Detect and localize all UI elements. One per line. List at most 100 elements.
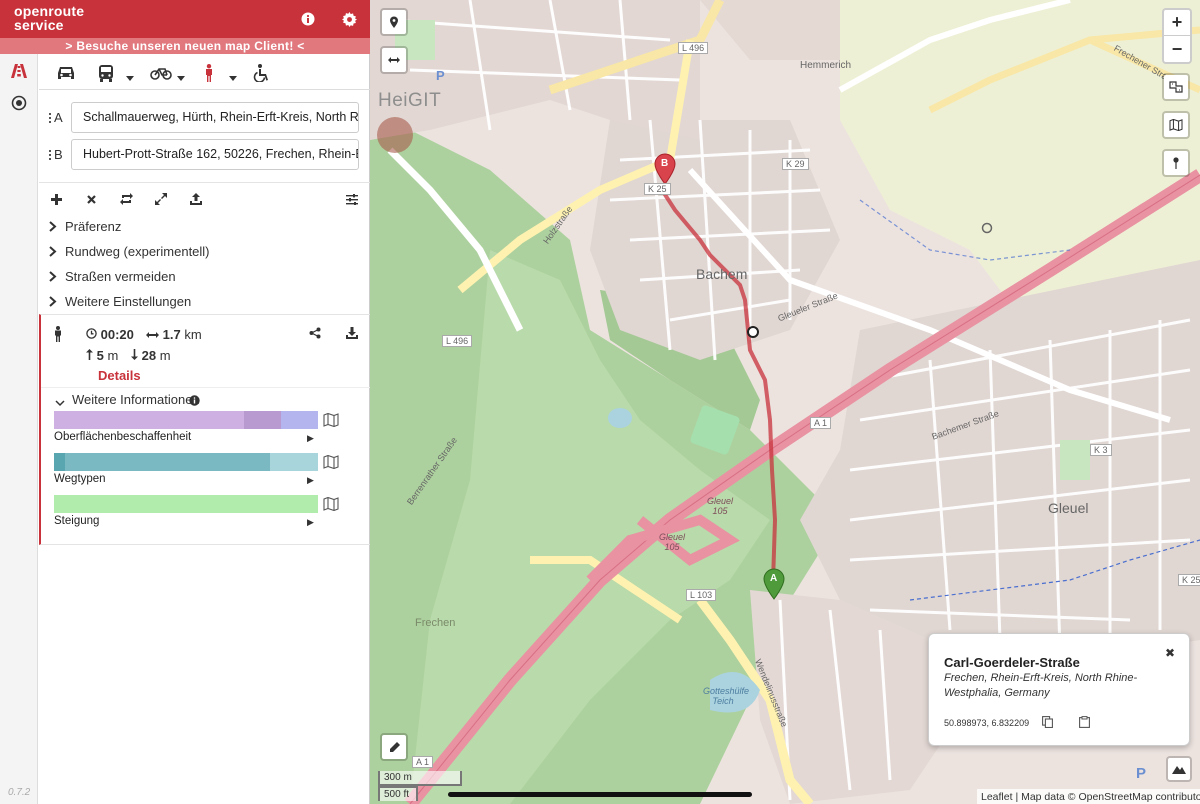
clipboard-icon[interactable]	[1079, 716, 1090, 731]
water-label-gotteshulfe: Gotteshülfe Teich	[703, 686, 750, 706]
map-icon[interactable]	[323, 413, 339, 427]
hgv-chevron-down-icon[interactable]	[126, 76, 134, 81]
hgv-profile-icon[interactable]	[89, 60, 123, 86]
drag-handle-icon[interactable]	[49, 150, 51, 160]
map-icon[interactable]	[323, 455, 339, 469]
horizontal-scrollbar[interactable]	[448, 792, 752, 797]
accordion-avoid-roads[interactable]: Straßen vermeiden	[49, 266, 176, 286]
measure-icon[interactable]	[380, 46, 408, 74]
triangle-right-icon[interactable]: ▶	[307, 433, 314, 444]
chevron-right-icon	[49, 245, 65, 257]
map-attribution[interactable]: Leaflet | Map data © OpenStreetMap contr…	[977, 789, 1200, 804]
heigit-watermark: HeiGIT	[378, 90, 442, 111]
bar-segment[interactable]	[54, 453, 65, 471]
route-mode-icon[interactable]	[8, 60, 30, 82]
waypoint-input-b[interactable]: Hubert-Prott-Straße 162, 50226, Frechen,…	[71, 139, 359, 170]
road-label-l103: L 103	[686, 589, 717, 601]
logo-line2: service	[14, 17, 64, 33]
extra-info-header[interactable]: Weitere Informationen	[41, 387, 370, 411]
bar-segment[interactable]	[244, 411, 282, 429]
car-profile-icon[interactable]	[49, 60, 83, 86]
download-icon[interactable]	[346, 327, 358, 342]
waypoint-label-a[interactable]: A	[49, 110, 63, 125]
new-client-banner[interactable]: > Besuche unseren neuen map Client! <	[0, 38, 370, 54]
triangle-right-icon[interactable]: ▶	[307, 517, 314, 528]
chevron-right-icon	[49, 270, 65, 282]
bar-segment[interactable]	[64, 453, 271, 471]
share-icon[interactable]	[309, 327, 321, 342]
bar-segment[interactable]	[54, 495, 318, 513]
left-rail: 0.7.2	[0, 54, 38, 804]
bike-chevron-down-icon[interactable]	[177, 76, 185, 81]
surface-bar[interactable]	[54, 411, 318, 429]
triangle-right-icon[interactable]: ▶	[307, 475, 314, 486]
isochrone-mode-icon[interactable]	[8, 92, 30, 114]
waypoint-row-a: A Schallmauerweg, Hürth, Rhein-Erft-Krei…	[39, 102, 370, 134]
info-icon[interactable]	[189, 394, 200, 409]
info-icon[interactable]	[297, 8, 319, 30]
steepness-bar[interactable]	[54, 495, 318, 513]
terrain-layer-icon[interactable]	[1166, 756, 1192, 782]
arrow-up-icon	[86, 348, 93, 363]
zoom-out-button[interactable]: −	[1164, 36, 1190, 62]
details-link[interactable]: Details	[98, 368, 141, 383]
app-header: openroute service	[0, 0, 370, 38]
expand-icon[interactable]	[152, 191, 170, 207]
locate-pin-icon[interactable]	[380, 8, 408, 36]
waypoint-label-b[interactable]: B	[49, 147, 63, 162]
waytype-label: Wegtypen	[54, 473, 106, 485]
upload-icon[interactable]	[187, 191, 205, 207]
gear-icon[interactable]	[338, 8, 360, 30]
steepness-label: Steigung	[54, 515, 100, 527]
place-label-hemmerich: Hemmerich	[800, 60, 852, 71]
marker-pin-icon[interactable]	[1162, 149, 1190, 177]
copy-icon[interactable]	[1042, 716, 1053, 731]
logo-line1: openroute	[14, 3, 85, 19]
map-view[interactable]: B A HeiGIT Bachem Gleuel Hemmerich Frech…	[370, 0, 1200, 804]
side-panel: A Schallmauerweg, Hürth, Rhein-Erft-Krei…	[39, 54, 370, 804]
popup-close-icon[interactable]: ✖	[1165, 646, 1175, 660]
bar-segment[interactable]	[54, 411, 245, 429]
accordion-more-settings[interactable]: Weitere Einstellungen	[49, 291, 191, 311]
marker-a-label: A	[770, 573, 778, 584]
bar-segment[interactable]	[270, 453, 318, 471]
logo[interactable]: openroute service	[14, 4, 84, 32]
road-label-k25: K 25	[644, 183, 671, 195]
road-label-a1: A 1	[810, 417, 832, 429]
place-label-bachem: Bachem	[696, 266, 748, 282]
foot-chevron-down-icon[interactable]	[229, 76, 237, 81]
popup-address: Frechen, Rhein-Erft-Kreis, North Rhine-W…	[944, 672, 1138, 699]
parking-label-2: P	[1136, 765, 1147, 782]
accordion-preference[interactable]: Präferenz	[49, 216, 121, 236]
reverse-route-icon[interactable]	[117, 191, 135, 207]
waytype-bar[interactable]	[54, 453, 318, 471]
chevron-down-icon	[55, 395, 65, 410]
wheelchair-profile-icon[interactable]	[244, 60, 278, 86]
route-summary[interactable]: 00:20 1.7 km 5 m 28 m Details Weitere In…	[39, 314, 370, 545]
place-label-gleuel: Gleuel	[1048, 500, 1089, 516]
directions-icon[interactable]	[1162, 73, 1190, 101]
settings-sliders-icon[interactable]	[343, 191, 361, 207]
foot-profile-icon[interactable]	[192, 60, 226, 86]
bar-segment[interactable]	[281, 411, 318, 429]
drag-handle-icon[interactable]	[49, 113, 51, 123]
zoom-in-button[interactable]: +	[1164, 10, 1190, 36]
bike-profile-icon[interactable]	[144, 60, 178, 86]
add-waypoint-icon[interactable]	[47, 191, 65, 207]
reset-route-icon[interactable]	[82, 191, 100, 207]
waypoint-input-a[interactable]: Schallmauerweg, Hürth, Rhein-Erft-Kreis,…	[71, 102, 359, 133]
waypoint-row-b: B Hubert-Prott-Straße 162, 50226, Freche…	[39, 139, 370, 171]
parking-label: P	[436, 68, 445, 83]
location-popup: Carl-Goerdeler-Straße Frechen, Rhein-Erf…	[928, 633, 1190, 746]
marker-a[interactable]: A	[763, 568, 785, 603]
accordion-round-trip[interactable]: Rundweg (experimentell)	[49, 241, 210, 261]
zoom-control: + −	[1162, 8, 1192, 64]
app-root: openroute service > Besuche unseren neue…	[0, 0, 1200, 804]
marker-b-label: B	[661, 158, 669, 169]
route-distance: 1.7 km	[146, 327, 202, 342]
popup-coords: 50.898973, 6.832209	[944, 718, 1030, 728]
layers-map-icon[interactable]	[1162, 111, 1190, 139]
route-duration: 00:20	[86, 327, 134, 342]
map-icon[interactable]	[323, 497, 339, 511]
draw-pencil-icon[interactable]	[380, 733, 408, 761]
